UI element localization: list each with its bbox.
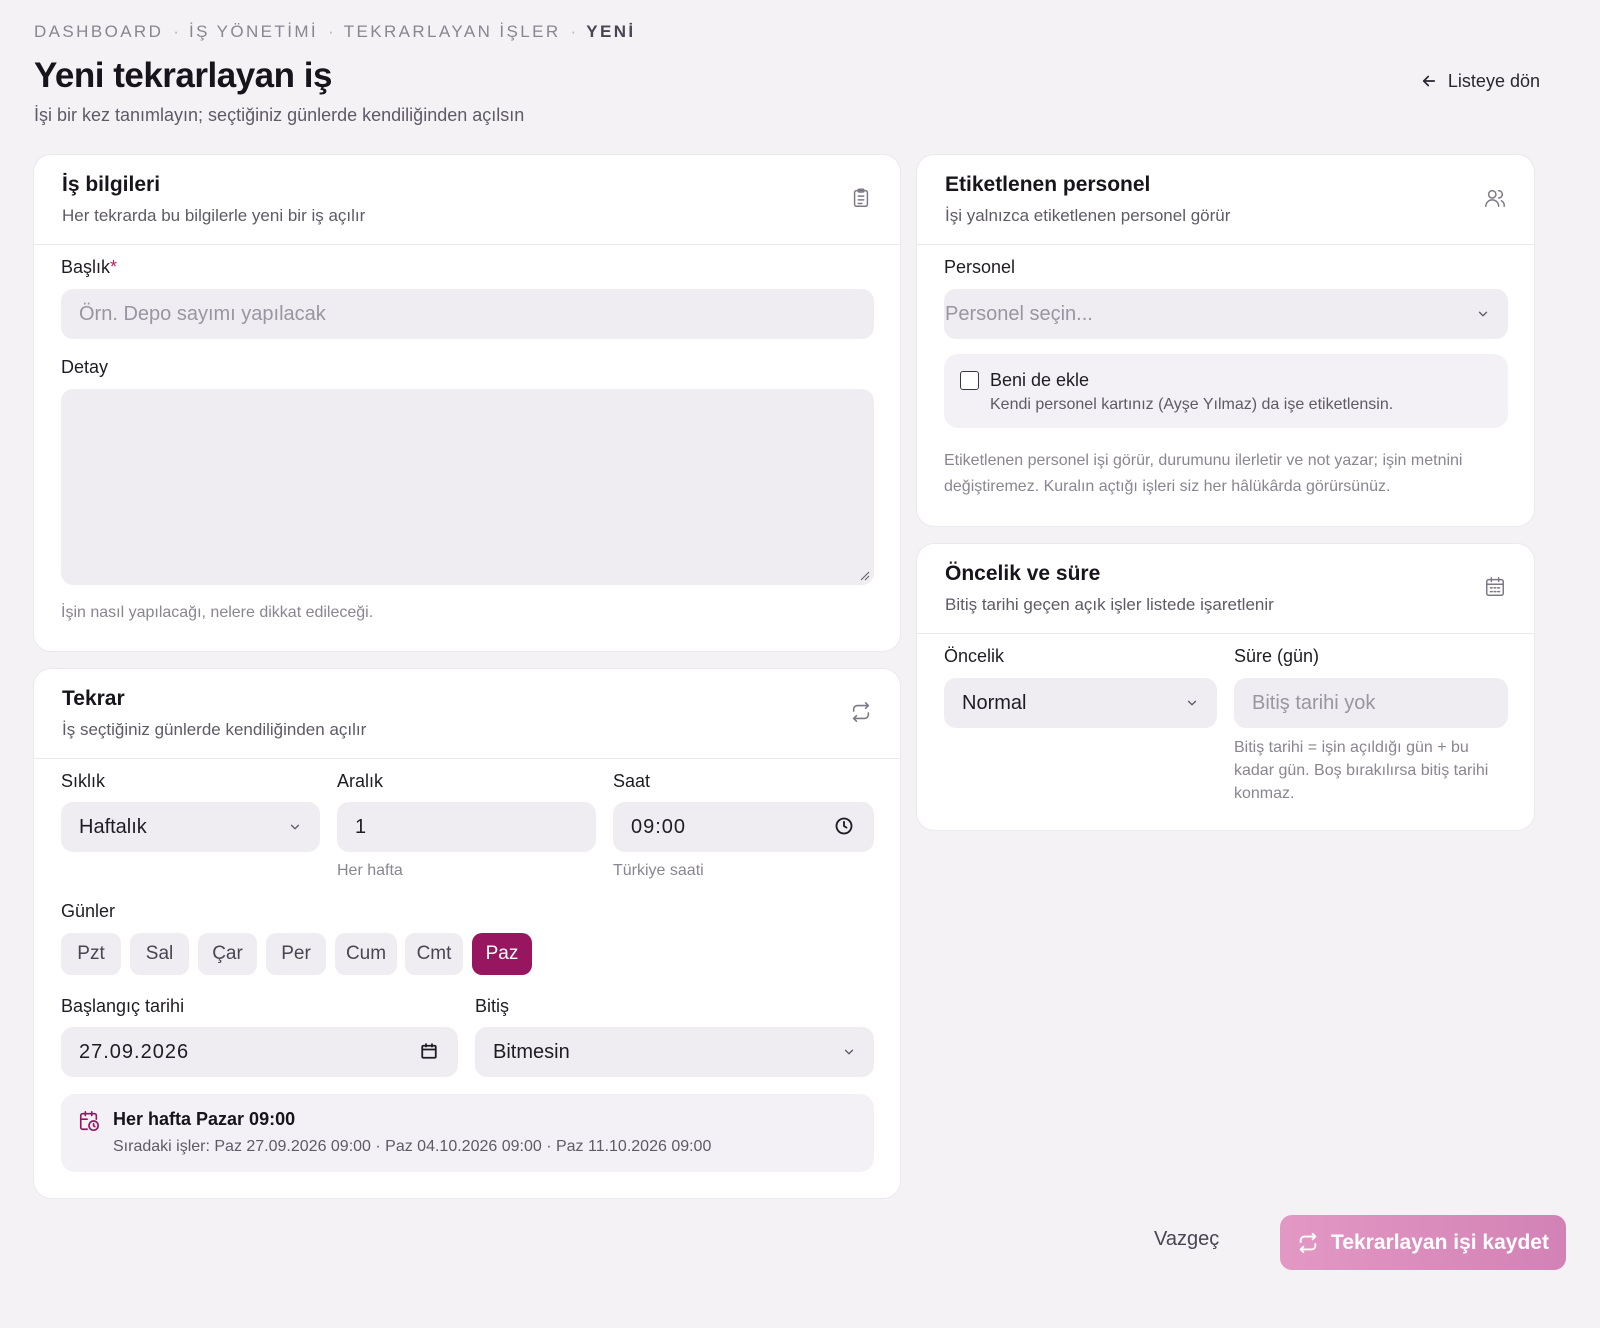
detail-textarea[interactable] bbox=[61, 389, 874, 585]
personel-placeholder: Personel seçin... bbox=[945, 302, 1093, 325]
start-date-label: Başlangıç tarihi bbox=[61, 996, 185, 1016]
time-hint: Türkiye saati bbox=[613, 862, 704, 879]
staff-title: Etiketlenen personel bbox=[945, 173, 1151, 196]
days-group: Pzt Sal Çar Per Cum Cmt Paz bbox=[61, 933, 541, 975]
priority-title: Öncelik ve süre bbox=[945, 562, 1101, 585]
breadcrumb-dashboard[interactable]: DASHBOARD bbox=[34, 22, 163, 42]
priority-select[interactable]: Normal bbox=[944, 678, 1217, 728]
day-toggle-fri[interactable]: Cum bbox=[335, 933, 397, 975]
resize-handle-icon[interactable] bbox=[858, 569, 870, 581]
breadcrumb-recurring-jobs[interactable]: TEKRARLAYAN İŞLER bbox=[344, 22, 561, 42]
breadcrumb: DASHBOARD · İŞ YÖNETİMİ · TEKRARLAYAN İŞ… bbox=[34, 22, 636, 42]
clock-icon[interactable] bbox=[834, 816, 854, 836]
calendar-icon bbox=[1486, 577, 1504, 596]
calendar-picker-icon[interactable] bbox=[420, 1042, 438, 1060]
frequency-label: Sıklık bbox=[61, 771, 106, 791]
start-date-value: 27.09.2026 bbox=[79, 1040, 190, 1063]
schedule-summary-title: Her hafta Pazar 09:00 bbox=[113, 1109, 296, 1129]
page-subtitle: İşi bir kez tanımlayın; seçtiğiniz günle… bbox=[34, 105, 525, 125]
time-value: 09:00 bbox=[631, 815, 687, 838]
add-myself-checkbox[interactable] bbox=[960, 371, 979, 390]
schedule-next-runs: Sıradaki işler: Paz 27.09.2026 09:00 · P… bbox=[113, 1138, 712, 1155]
time-input[interactable]: 09:00 bbox=[613, 802, 874, 852]
interval-hint: Her hafta bbox=[337, 862, 403, 879]
duration-hint: Bitiş tarihi = işin açıldığı gün + bu ka… bbox=[1234, 739, 1489, 802]
day-toggle-sat[interactable]: Cmt bbox=[405, 933, 463, 975]
personel-label: Personel bbox=[944, 257, 1016, 277]
chevron-down-icon bbox=[1187, 700, 1197, 706]
breadcrumb-separator: · bbox=[173, 22, 179, 41]
priority-label: Öncelik bbox=[944, 646, 1005, 666]
save-recurring-job-button[interactable]: Tekrarlayan işi kaydet bbox=[1280, 1215, 1566, 1270]
frequency-select[interactable]: Haftalık bbox=[61, 802, 320, 852]
repeat-card: Tekrar İş seçtiğiniz günlerde kendiliğin… bbox=[33, 668, 901, 1199]
repeat-icon bbox=[852, 702, 870, 722]
day-toggle-mon[interactable]: Pzt bbox=[61, 933, 121, 975]
end-label: Bitiş bbox=[475, 996, 510, 1016]
job-info-card: İş bilgileri Her tekrarda bu bilgilerle … bbox=[33, 154, 901, 652]
save-recurring-job-label: Tekrarlayan işi kaydet bbox=[1331, 1230, 1549, 1254]
back-to-list-button[interactable]: Listeye dön bbox=[1401, 60, 1558, 102]
chevron-down-icon bbox=[290, 824, 300, 830]
breadcrumb-separator: · bbox=[570, 22, 577, 41]
add-myself-option[interactable]: Beni de ekle Kendi personel kartınız (Ay… bbox=[944, 354, 1508, 428]
repeat-subtitle: İş seçtiğiniz günlerde kendiliğinden açı… bbox=[62, 720, 367, 739]
time-label: Saat bbox=[613, 771, 651, 791]
page-title: Yeni tekrarlayan iş bbox=[34, 56, 332, 95]
title-label: Başlık* bbox=[61, 257, 118, 277]
cancel-button[interactable]: Vazgeç bbox=[1154, 1228, 1219, 1251]
repeat-header: Tekrar İş seçtiğiniz günlerde kendiliğin… bbox=[34, 669, 900, 759]
clipboard-icon bbox=[853, 188, 869, 207]
duration-label: Süre (gün) bbox=[1234, 646, 1320, 666]
priority-header: Öncelik ve süre Bitiş tarihi geçen açık … bbox=[917, 544, 1534, 634]
priority-subtitle: Bitiş tarihi geçen açık işler listede iş… bbox=[945, 595, 1274, 614]
schedule-summary: Her hafta Pazar 09:00 Sıradaki işler: Pa… bbox=[61, 1094, 874, 1172]
staff-subtitle: İşi yalnızca etiketlenen personel görür bbox=[945, 206, 1231, 225]
add-myself-title: Beni de ekle bbox=[990, 370, 1090, 390]
detail-hint: İşin nasıl yapılacağı, nelere dikkat edi… bbox=[61, 604, 374, 621]
duration-input[interactable]: Bitiş tarihi yok bbox=[1234, 678, 1508, 728]
personel-select[interactable]: Personel seçin... bbox=[944, 289, 1508, 339]
breadcrumb-new: YENİ bbox=[586, 22, 636, 41]
staff-card: Etiketlenen personel İşi yalnızca etiket… bbox=[916, 154, 1535, 527]
chevron-down-icon bbox=[844, 1049, 854, 1055]
calendar-clock-icon bbox=[79, 1111, 99, 1131]
add-myself-description: Kendi personel kartınız (Ayşe Yılmaz) da… bbox=[990, 396, 1394, 413]
day-toggle-wed[interactable]: Çar bbox=[198, 933, 257, 975]
priority-value: Normal bbox=[962, 691, 1027, 714]
start-date-input[interactable]: 27.09.2026 bbox=[61, 1027, 458, 1077]
interval-input[interactable]: 1 bbox=[337, 802, 596, 852]
job-info-header: İş bilgileri Her tekrarda bu bilgilerle … bbox=[34, 155, 900, 245]
job-info-subtitle: Her tekrarda bu bilgilerle yeni bir iş a… bbox=[62, 206, 366, 225]
day-toggle-thu[interactable]: Per bbox=[266, 933, 326, 975]
repeat-title: Tekrar bbox=[62, 687, 125, 710]
detail-label: Detay bbox=[61, 357, 109, 377]
breadcrumb-job-management[interactable]: İŞ YÖNETİMİ bbox=[189, 22, 318, 42]
back-to-list-label: Listeye dön bbox=[1447, 70, 1540, 91]
chevron-down-icon bbox=[1478, 311, 1488, 317]
arrow-left-icon bbox=[1422, 75, 1435, 87]
users-icon bbox=[1485, 189, 1505, 207]
day-toggle-tue[interactable]: Sal bbox=[130, 933, 189, 975]
interval-label: Aralık bbox=[337, 771, 384, 791]
staff-header: Etiketlenen personel İşi yalnızca etiket… bbox=[917, 155, 1534, 245]
job-info-title: İş bilgileri bbox=[62, 173, 161, 196]
repeat-icon bbox=[1299, 1232, 1317, 1253]
days-label: Günler bbox=[61, 901, 116, 921]
frequency-value: Haftalık bbox=[79, 815, 147, 838]
title-input[interactable]: Örn. Depo sayımı yapılacak bbox=[61, 289, 874, 339]
end-select[interactable]: Bitmesin bbox=[475, 1027, 874, 1077]
staff-note: Etiketlenen personel işi görür, durumunu… bbox=[944, 452, 1463, 495]
day-toggle-sun[interactable]: Paz bbox=[472, 933, 532, 975]
priority-card: Öncelik ve süre Bitiş tarihi geçen açık … bbox=[916, 543, 1535, 831]
breadcrumb-separator: · bbox=[328, 22, 334, 41]
end-value: Bitmesin bbox=[493, 1040, 570, 1063]
